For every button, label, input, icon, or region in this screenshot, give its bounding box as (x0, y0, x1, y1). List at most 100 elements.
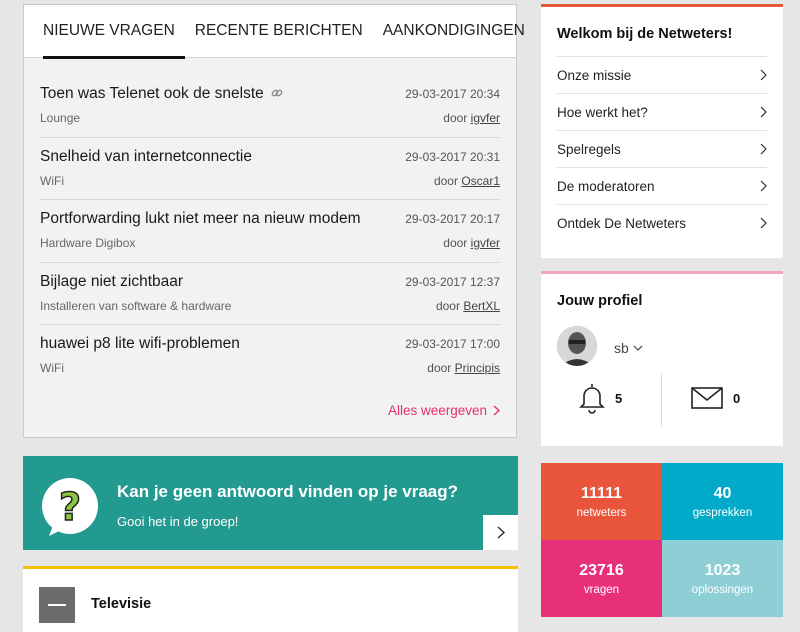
chevron-right-icon (760, 180, 767, 192)
profile-panel: Jouw profiel sb 5 0 (541, 271, 783, 446)
welcome-link-moderators[interactable]: De moderatoren (557, 167, 767, 204)
stat-label: oplossingen (691, 583, 754, 596)
ask-question-banner[interactable]: ? Kan je geen antwoord vinden op je vraa… (23, 456, 518, 550)
question-title-text[interactable]: Toen was Telenet ook de snelste (40, 85, 264, 102)
stat-questions: 23716 vragen (541, 540, 662, 617)
question-title[interactable]: Bijlage niet zichtbaar (40, 273, 183, 291)
bell-icon (579, 384, 605, 414)
welcome-link-rules[interactable]: Spelregels (557, 130, 767, 167)
welcome-link-label[interactable]: De moderatoren (557, 179, 655, 194)
author-link[interactable]: Principis (455, 361, 500, 375)
welcome-link-label[interactable]: Hoe werkt het? (557, 105, 648, 120)
community-stats: 11111 netweters 40 gesprekken 23716 vrag… (541, 463, 783, 617)
minus-icon (48, 604, 66, 606)
welcome-link-mission[interactable]: Onze missie (557, 56, 767, 93)
category-title[interactable]: Televisie (91, 596, 151, 612)
stat-label: vragen (583, 583, 620, 596)
author-link[interactable]: igvfer (471, 111, 500, 125)
welcome-link-how[interactable]: Hoe werkt het? (557, 93, 767, 130)
stat-value: 11111 (581, 484, 622, 502)
category-section: Televisie (23, 566, 518, 632)
banner-arrow-button[interactable] (483, 515, 518, 550)
stat-conversations: 40 gesprekken (662, 463, 783, 540)
chevron-right-icon (496, 526, 505, 539)
list-item[interactable]: Snelheid van internetconnectie WiFi 29-0… (40, 138, 500, 200)
stat-value: 40 (713, 484, 732, 502)
welcome-title: Welkom bij de Netweters! (557, 26, 733, 42)
envelope-icon (691, 387, 723, 409)
question-category[interactable]: Hardware Digibox (40, 236, 135, 250)
question-author: door Principis (427, 361, 500, 375)
svg-text:?: ? (59, 485, 81, 529)
show-all-label[interactable]: Alles weergeven (388, 403, 487, 418)
question-title[interactable]: Toen was Telenet ook de snelste (40, 85, 283, 103)
stat-label: netweters (576, 506, 627, 519)
question-category[interactable]: Installeren van software & hardware (40, 299, 231, 313)
notifications-count: 5 (615, 390, 623, 406)
welcome-link-label[interactable]: Spelregels (557, 142, 621, 157)
tab-bar: NIEUWE VRAGEN RECENTE BERICHTEN AANKONDI… (24, 5, 525, 59)
chevron-right-icon (493, 405, 500, 416)
banner-subtitle: Gooi het in de groep! (117, 514, 239, 529)
question-category[interactable]: Lounge (40, 111, 80, 125)
profile-title: Jouw profiel (557, 293, 643, 309)
question-author: door Oscar1 (434, 174, 500, 188)
question-author: door igvfer (443, 111, 500, 125)
question-category[interactable]: WiFi (40, 361, 64, 375)
question-list: Toen was Telenet ook de snelste Lounge 2… (40, 75, 500, 388)
user-menu[interactable]: sb (614, 340, 643, 356)
welcome-links: Onze missie Hoe werkt het? Spelregels De… (557, 56, 767, 241)
username[interactable]: sb (614, 340, 629, 356)
chevron-down-icon (633, 345, 643, 351)
list-item[interactable]: Bijlage niet zichtbaar Installeren van s… (40, 263, 500, 325)
questions-panel: NIEUWE VRAGEN RECENTE BERICHTEN AANKONDI… (23, 4, 525, 438)
avatar-image (557, 326, 597, 366)
list-item[interactable]: huawei p8 lite wifi-problemen WiFi 29-03… (40, 325, 500, 388)
divider (661, 374, 662, 426)
list-item[interactable]: Toen was Telenet ook de snelste Lounge 2… (40, 75, 500, 138)
welcome-link-label[interactable]: Onze missie (557, 68, 631, 83)
question-title[interactable]: huawei p8 lite wifi-problemen (40, 335, 240, 353)
messages-count: 0 (733, 390, 741, 406)
question-author: door igvfer (443, 236, 500, 250)
tab-announcements[interactable]: AANKONDIGINGEN (373, 5, 535, 58)
question-date: 29-03-2017 20:17 (405, 212, 500, 226)
notifications-button[interactable]: 5 (579, 382, 622, 414)
chevron-right-icon (760, 143, 767, 155)
question-date: 29-03-2017 12:37 (405, 274, 500, 289)
question-date: 29-03-2017 17:00 (405, 337, 500, 351)
stat-solutions: 1023 oplossingen (662, 540, 783, 617)
question-author: door BertXL (436, 299, 500, 313)
list-item[interactable]: Portforwarding lukt niet meer na nieuw m… (40, 200, 500, 263)
link-icon (271, 89, 283, 97)
chevron-right-icon (760, 217, 767, 229)
collapse-button[interactable] (39, 587, 75, 623)
stat-value: 23716 (579, 561, 624, 579)
question-category[interactable]: WiFi (40, 174, 64, 188)
chevron-right-icon (760, 69, 767, 81)
author-link[interactable]: igvfer (471, 236, 500, 250)
author-link[interactable]: BertXL (463, 299, 500, 313)
by-label: door (443, 111, 468, 125)
question-date: 29-03-2017 20:31 (405, 149, 500, 164)
tab-recent-posts[interactable]: RECENTE BERICHTEN (185, 5, 373, 58)
stat-members: 11111 netweters (541, 463, 662, 540)
by-label: door (435, 298, 460, 313)
question-title[interactable]: Portforwarding lukt niet meer na nieuw m… (40, 210, 360, 228)
messages-button[interactable]: 0 (691, 387, 740, 409)
avatar[interactable] (557, 326, 597, 366)
by-label: door (433, 173, 458, 188)
question-title[interactable]: Snelheid van internetconnectie (40, 148, 252, 166)
question-bubble-icon: ? (42, 478, 98, 536)
by-label: door (443, 236, 468, 250)
tab-new-questions[interactable]: NIEUWE VRAGEN (33, 5, 185, 59)
banner-title: Kan je geen antwoord vinden op je vraag? (117, 482, 459, 501)
chevron-right-icon (760, 106, 767, 118)
welcome-panel: Welkom bij de Netweters! Onze missie Hoe… (541, 4, 783, 258)
welcome-link-label[interactable]: Ontdek De Netweters (557, 216, 686, 231)
by-label: door (427, 361, 452, 375)
welcome-link-discover[interactable]: Ontdek De Netweters (557, 204, 767, 241)
stat-value: 1023 (704, 561, 741, 579)
show-all-link[interactable]: Alles weergeven (388, 403, 500, 418)
author-link[interactable]: Oscar1 (461, 174, 500, 188)
